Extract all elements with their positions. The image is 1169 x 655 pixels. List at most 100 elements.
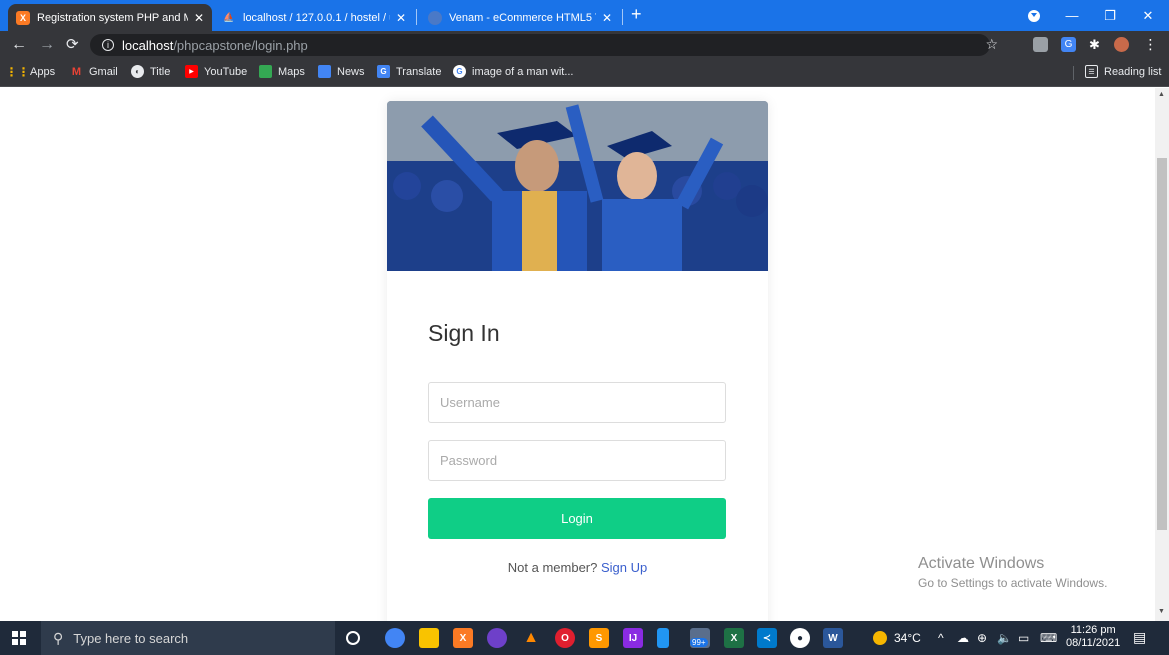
word-icon[interactable]: W: [823, 628, 843, 648]
weather-temp: 34°C: [894, 631, 921, 645]
cortana-icon[interactable]: [346, 631, 360, 645]
bookmarks-bar: ⋮⋮ Apps M Gmail ◐ Title ▶ YouTube Maps N…: [0, 59, 1169, 87]
globe-icon: ◐: [131, 65, 144, 78]
vscode-icon[interactable]: ≺: [757, 628, 777, 648]
bookmark-apps[interactable]: ⋮⋮ Apps: [5, 64, 56, 79]
reading-list-button[interactable]: ☰ Reading list: [1085, 65, 1161, 78]
maximize-button[interactable]: ❐: [1091, 0, 1129, 31]
chevron-down-icon: [1028, 9, 1040, 22]
bookmark-image-search[interactable]: G image of a man wit...: [453, 65, 574, 78]
tab-registration[interactable]: X Registration system PHP and My ✕: [8, 4, 212, 31]
bookmark-maps[interactable]: Maps: [259, 65, 305, 78]
weather-widget[interactable]: 34°C: [873, 631, 921, 645]
search-icon: ⚲: [53, 629, 64, 646]
reading-list-label: Reading list: [1104, 65, 1162, 78]
xampp-icon[interactable]: X: [453, 628, 473, 648]
google-icon: G: [453, 65, 466, 78]
page-viewport: Sign In Login Not a member? Sign Up Acti…: [0, 88, 1155, 621]
tab-title: Venam - eCommerce HTML5 Tem: [449, 11, 596, 24]
scrollbar-thumb[interactable]: [1157, 158, 1167, 530]
globe-icon: [428, 10, 442, 25]
puzzle-icon[interactable]: ✱: [1087, 37, 1102, 52]
reading-list-icon: ☰: [1085, 65, 1098, 78]
sun-icon: [873, 631, 887, 645]
new-tab-button[interactable]: +: [631, 5, 642, 23]
gmail-icon: M: [71, 65, 82, 78]
signup-prompt: Not a member? Sign Up: [387, 560, 768, 575]
bookmark-title[interactable]: ◐ Title: [131, 65, 170, 78]
obs-icon[interactable]: ●: [790, 628, 810, 648]
opera-icon[interactable]: O: [555, 628, 575, 648]
onedrive-icon[interactable]: ☁: [957, 631, 969, 645]
tray-chevron-icon[interactable]: ^: [938, 631, 944, 645]
youtube-icon: ▶: [185, 65, 198, 78]
keyboard-icon[interactable]: ⌨: [1040, 631, 1057, 645]
tab-phpmyadmin[interactable]: ⛵ localhost / 127.0.0.1 / hostel / us ✕: [214, 4, 414, 31]
network-icon[interactable]: ⊕: [977, 631, 987, 645]
excel-icon[interactable]: X: [724, 628, 744, 648]
translate-extension-icon[interactable]: G: [1061, 37, 1076, 52]
volume-icon[interactable]: 🔈: [997, 631, 1012, 645]
bookmark-label: Maps: [278, 65, 305, 78]
watermark-title: Activate Windows: [918, 555, 1045, 572]
notification-badge: 99+: [690, 638, 708, 647]
windows-start-icon[interactable]: [12, 631, 26, 645]
username-field[interactable]: [428, 382, 726, 423]
bookmark-youtube[interactable]: ▶ YouTube: [185, 65, 247, 78]
windows-taskbar: ⚲ Type here to search X ▲ O S IJ 99+ X ≺…: [0, 621, 1169, 655]
sublime-text-icon[interactable]: S: [589, 628, 609, 648]
tab-divider: [622, 9, 623, 25]
tab-venam[interactable]: Venam - eCommerce HTML5 Tem ✕: [420, 4, 620, 31]
bookmark-label: YouTube: [204, 65, 248, 78]
close-window-button[interactable]: ✕: [1129, 0, 1167, 31]
system-clock[interactable]: 11:26 pm 08/11/2021: [1066, 624, 1120, 650]
address-bar: ← → ⟳ i localhost/phpcapstone/login.php …: [0, 31, 1169, 59]
vertical-scrollbar[interactable]: ▲ ▼: [1155, 88, 1169, 621]
bookmark-translate[interactable]: G Translate: [377, 65, 441, 78]
menu-icon[interactable]: ⋮: [1143, 36, 1158, 52]
close-icon[interactable]: ✕: [602, 11, 612, 25]
watermark-subtitle: Go to Settings to activate Windows.: [918, 576, 1108, 590]
url-path: /phpcapstone/login.php: [173, 37, 308, 53]
login-button[interactable]: Login: [428, 498, 726, 539]
intellij-icon[interactable]: IJ: [623, 628, 643, 648]
bookmark-star-icon[interactable]: ☆: [985, 36, 998, 53]
search-placeholder: Type here to search: [73, 630, 189, 646]
battery-icon[interactable]: ▭: [1018, 631, 1029, 645]
avatar[interactable]: [1114, 37, 1129, 52]
extension-icon[interactable]: [1033, 37, 1048, 52]
file-explorer-icon[interactable]: [419, 628, 439, 648]
minimize-button[interactable]: —: [1053, 0, 1091, 31]
page-title: Sign In: [428, 320, 500, 346]
taskbar-search[interactable]: ⚲ Type here to search: [41, 621, 335, 655]
activate-windows-watermark: Activate Windows Go to Settings to activ…: [918, 555, 1107, 590]
bookmark-label: News: [337, 65, 365, 78]
url-host: localhost: [122, 37, 174, 53]
apps-grid-icon: ⋮⋮: [5, 64, 30, 79]
tab-title: Registration system PHP and My: [37, 11, 188, 24]
back-button[interactable]: ←: [11, 35, 27, 55]
notification-center-icon[interactable]: ▤: [1133, 629, 1146, 646]
close-icon[interactable]: ✕: [194, 11, 204, 25]
clock-date: 08/11/2021: [1066, 637, 1121, 649]
forward-button[interactable]: →: [39, 35, 55, 55]
scroll-up-icon[interactable]: ▲: [1158, 91, 1165, 98]
translate-icon: G: [377, 65, 390, 78]
password-field[interactable]: [428, 440, 726, 481]
reload-button[interactable]: ⟳: [66, 35, 79, 55]
bookmark-label: image of a man wit...: [472, 65, 574, 78]
close-icon[interactable]: ✕: [396, 11, 406, 25]
tablet-icon[interactable]: [657, 628, 669, 648]
bookmark-gmail[interactable]: M Gmail: [70, 65, 118, 78]
signup-link[interactable]: Sign Up: [601, 560, 647, 575]
scroll-down-icon[interactable]: ▼: [1158, 608, 1165, 615]
chrome-icon[interactable]: [385, 628, 405, 648]
news-icon: [318, 65, 331, 78]
tab-search-button[interactable]: [1015, 0, 1053, 31]
info-icon[interactable]: i: [102, 39, 114, 51]
login-card: Sign In Login Not a member? Sign Up: [387, 101, 768, 621]
github-desktop-icon[interactable]: [487, 628, 507, 648]
vlc-icon[interactable]: ▲: [521, 628, 541, 648]
bookmark-news[interactable]: News: [318, 65, 365, 78]
url-field[interactable]: i localhost/phpcapstone/login.php ☆: [90, 34, 998, 56]
